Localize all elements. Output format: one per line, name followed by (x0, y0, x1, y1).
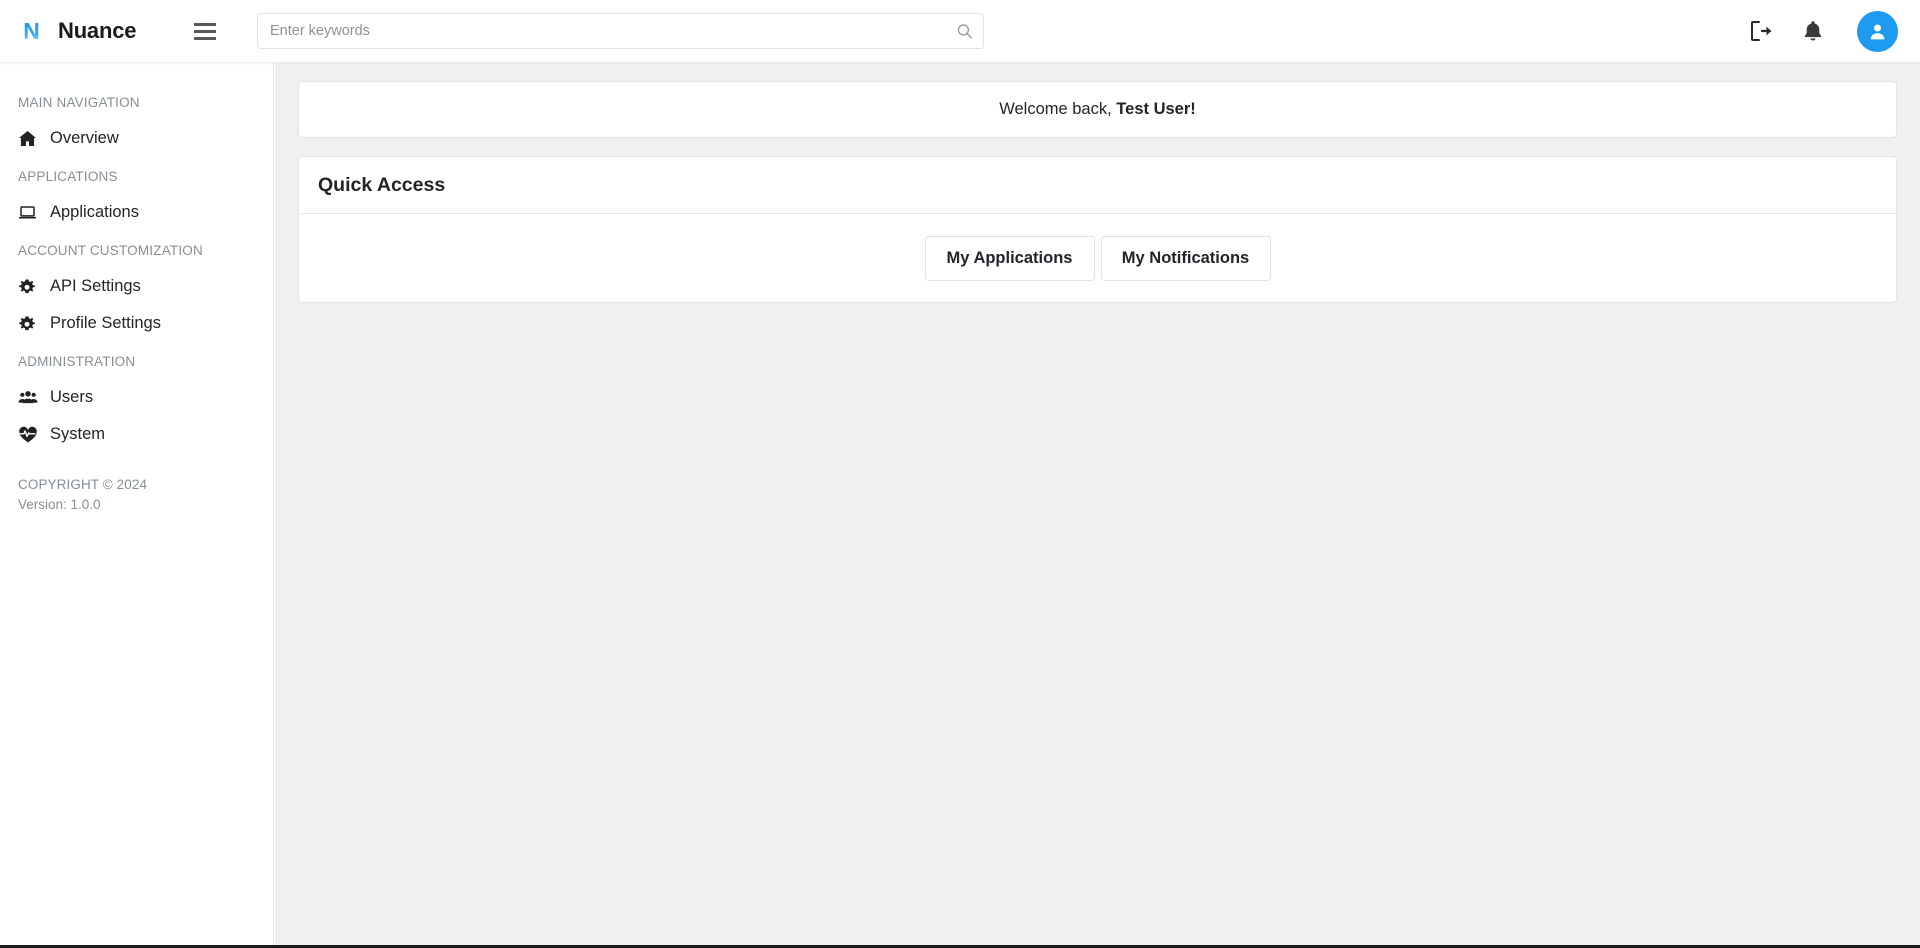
quick-access-panel: Quick Access My Applications My Notifica… (298, 156, 1897, 303)
search-container (257, 13, 984, 49)
brand[interactable]: N Nuance (0, 0, 172, 62)
version-text: Version: 1.0.0 (18, 496, 101, 512)
user-avatar-button[interactable] (1857, 10, 1898, 52)
hamburger-bar (194, 29, 216, 33)
app-header: N Nuance (0, 0, 1920, 63)
logout-icon (1751, 21, 1772, 41)
header-actions (1735, 5, 1920, 57)
sidebar-item-users[interactable]: Users (0, 379, 273, 416)
sidebar-footer: COPYRIGHT © 2024 Version: 1.0.0 (0, 453, 273, 514)
my-applications-button[interactable]: My Applications (924, 235, 1095, 281)
sidebar-item-api-settings[interactable]: API Settings (0, 268, 273, 305)
notifications-button[interactable] (1787, 5, 1839, 57)
gear-icon (18, 278, 42, 296)
sidebar-item-label: System (50, 425, 106, 443)
sidebar: MAIN NAVIGATION Overview APPLICATIONS Ap… (0, 63, 274, 946)
welcome-card: Welcome back, Test User! (298, 81, 1897, 138)
sidebar-heading-account-customization: ACCOUNT CUSTOMIZATION (18, 243, 203, 258)
sidebar-item-label: Applications (50, 203, 139, 221)
sidebar-item-label: Profile Settings (50, 314, 161, 332)
users-icon (18, 388, 42, 408)
welcome-greeting: Welcome back, (999, 100, 1112, 118)
home-icon (18, 129, 42, 148)
svg-text:N: N (23, 18, 39, 44)
welcome-username: Test User! (1116, 100, 1196, 118)
welcome-message: Welcome back, Test User! (999, 100, 1196, 119)
gear-icon (18, 315, 42, 333)
main-content: Welcome back, Test User! Quick Access My… (275, 63, 1920, 946)
quick-access-header: Quick Access (299, 157, 1896, 214)
sidebar-item-label: Overview (50, 129, 119, 147)
nuance-logo-icon: N (18, 17, 45, 45)
copyright-text: COPYRIGHT © 2024 (18, 477, 148, 492)
laptop-icon (18, 203, 42, 222)
logout-button[interactable] (1735, 5, 1787, 57)
sidebar-heading-administration: ADMINISTRATION (18, 354, 136, 369)
heartbeat-icon (18, 425, 42, 445)
hamburger-bar (194, 22, 216, 26)
sidebar-item-applications[interactable]: Applications (0, 194, 273, 231)
page-title: Quick Access (318, 173, 446, 196)
sidebar-item-label: API Settings (50, 277, 141, 295)
my-notifications-button[interactable]: My Notifications (1100, 235, 1271, 281)
sidebar-item-system[interactable]: System (0, 416, 273, 453)
hamburger-icon[interactable] (188, 14, 222, 48)
sidebar-heading-applications: APPLICATIONS (18, 169, 118, 184)
brand-name: Nuance (58, 18, 137, 43)
quick-access-body: My Applications My Notifications (299, 214, 1896, 302)
user-icon (1870, 24, 1885, 39)
sidebar-item-label: Users (50, 388, 94, 406)
bell-icon (1804, 21, 1822, 41)
sidebar-heading-main-navigation: MAIN NAVIGATION (18, 95, 140, 110)
sidebar-item-profile-settings[interactable]: Profile Settings (0, 305, 273, 342)
search-input[interactable] (257, 13, 984, 49)
hamburger-bar (194, 36, 216, 40)
sidebar-item-overview[interactable]: Overview (0, 120, 273, 157)
